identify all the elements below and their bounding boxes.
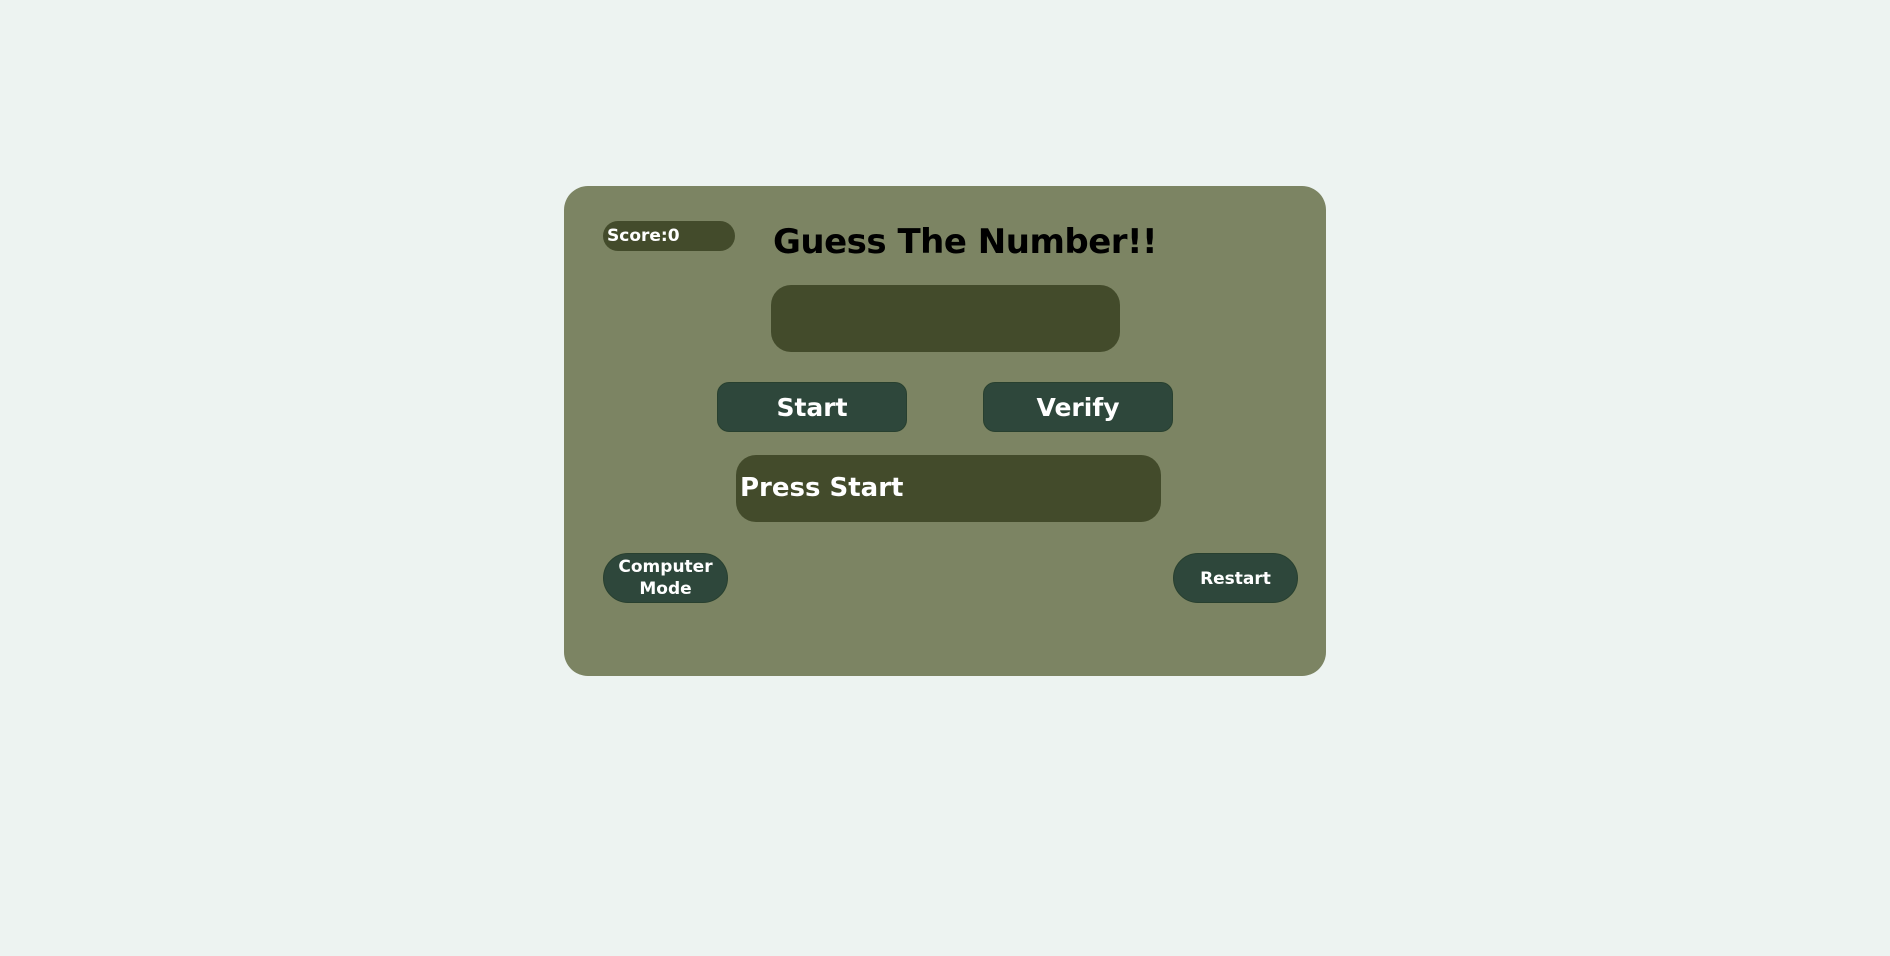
status-message: Press Start bbox=[736, 455, 1161, 522]
start-button[interactable]: Start bbox=[717, 382, 907, 432]
score-display: Score:0 bbox=[603, 221, 735, 251]
verify-button[interactable]: Verify bbox=[983, 382, 1173, 432]
computer-mode-button[interactable]: Computer Mode bbox=[603, 553, 728, 603]
guess-input[interactable] bbox=[771, 285, 1120, 352]
game-card: Score:0 Guess The Number!! Start Verify … bbox=[564, 186, 1326, 676]
restart-button[interactable]: Restart bbox=[1173, 553, 1298, 603]
page-title: Guess The Number!! bbox=[773, 222, 1158, 262]
